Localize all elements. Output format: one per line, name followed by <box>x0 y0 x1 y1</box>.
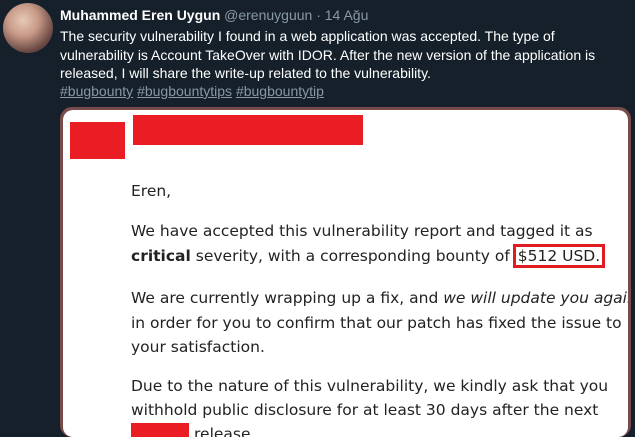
avatar[interactable] <box>3 3 53 53</box>
email-line: your satisfaction. <box>131 338 265 356</box>
email-screenshot: Eren, We have accepted this vulnerabilit… <box>63 110 628 437</box>
redaction-block <box>131 423 189 437</box>
email-line: Due to the nature of this vulnerability,… <box>131 377 609 395</box>
hashtag-link[interactable]: #bugbountytip <box>236 83 324 99</box>
email-line: in order for you to confirm that our pat… <box>131 314 622 332</box>
tweet-header: Muhammed Eren Uygun @erenuyguun · 14 Ağu <box>60 7 368 23</box>
email-line: release. <box>194 425 256 437</box>
author-name[interactable]: Muhammed Eren Uygun <box>60 7 220 23</box>
email-greeting: Eren, <box>131 182 172 200</box>
email-line: We have accepted this vulnerability repo… <box>131 222 593 240</box>
email-text: We are currently wrapping up a fix, and <box>131 289 444 307</box>
bounty-amount: $512 USD. <box>512 244 606 268</box>
severity-word: critical <box>131 247 191 265</box>
email-line: We are currently wrapping up a fix, and … <box>131 287 628 310</box>
email-line: withhold public disclosure for at least … <box>131 401 599 419</box>
author-handle[interactable]: @erenuyguun <box>224 7 312 23</box>
tweet-text: The security vulnerability I found in a … <box>60 28 596 81</box>
separator-dot: · <box>316 7 321 23</box>
email-text: severity, with a corresponding bounty of <box>190 247 515 265</box>
hashtags: #bugbounty #bugbountytips #bugbountytip <box>60 83 324 99</box>
redaction-block <box>70 122 125 159</box>
email-line: critical severity, with a corresponding … <box>131 244 606 268</box>
tweet-date[interactable]: 14 Ağu <box>325 7 369 23</box>
redaction-block <box>133 115 363 145</box>
email-italic-text: we will update you again <box>443 289 628 307</box>
tweet-media[interactable]: Eren, We have accepted this vulnerabilit… <box>60 107 631 437</box>
hashtag-link[interactable]: #bugbounty <box>60 83 133 99</box>
hashtag-link[interactable]: #bugbountytips <box>137 83 232 99</box>
